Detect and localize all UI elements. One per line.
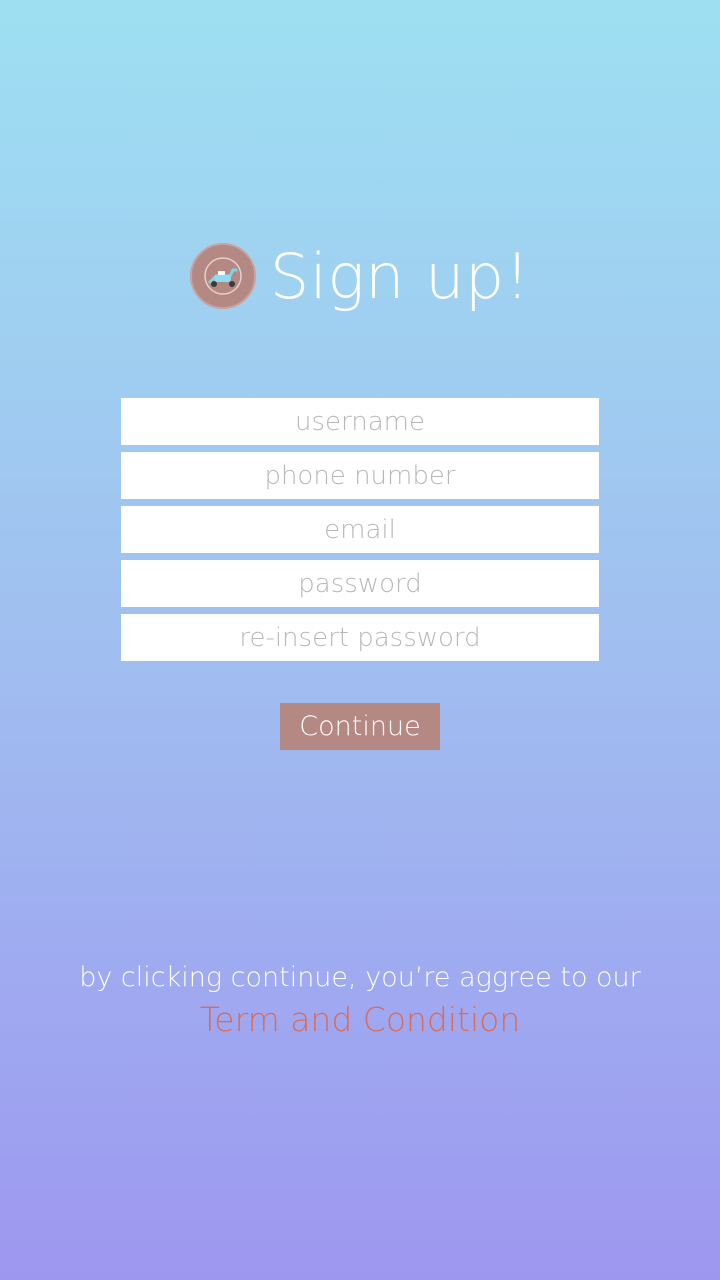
- continue-button[interactable]: Continue: [280, 703, 440, 750]
- email-input[interactable]: [121, 506, 599, 553]
- reinsert-password-input[interactable]: [121, 614, 599, 661]
- scooter-icon: [189, 243, 256, 309]
- phone-number-input[interactable]: [121, 452, 599, 499]
- terms-notice: by clicking continue, you’re aggree to o…: [79, 962, 641, 993]
- signup-form: [121, 398, 599, 668]
- page-title: Sign up!: [269, 239, 531, 313]
- password-input[interactable]: [121, 560, 599, 607]
- header: Sign up!: [0, 236, 720, 316]
- username-input[interactable]: [121, 398, 599, 445]
- terms-and-condition-link[interactable]: Term and Condition: [0, 1000, 720, 1039]
